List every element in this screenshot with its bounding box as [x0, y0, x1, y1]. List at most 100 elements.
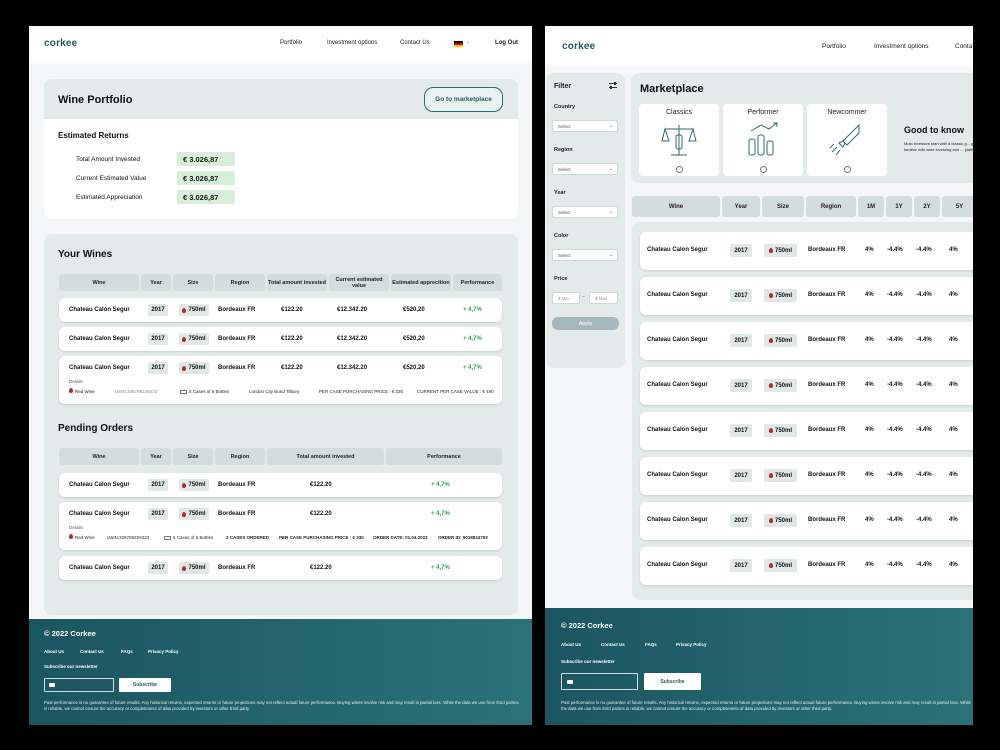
size-chip: 750ml — [764, 514, 797, 527]
wine-name: Chateau Calon Segur — [647, 472, 708, 478]
category-radio[interactable] — [676, 166, 683, 173]
order-row[interactable]: Chateau Calon Segur 2017 750ml Bordeaux … — [59, 473, 502, 497]
market-row[interactable]: Chateau Calon Segur 2017 750ml Bordeaux FR 4… — [640, 367, 973, 405]
category-radio[interactable] — [760, 166, 767, 173]
return-1m: 4% — [865, 382, 874, 388]
rocket-bottle-icon — [829, 123, 860, 156]
storage-location: London City Bond Tilbury — [249, 389, 300, 394]
region: Bordeaux FR — [808, 337, 846, 343]
nav-contact-us[interactable]: Conta — [955, 43, 972, 50]
market-row[interactable]: Chateau Calon Segur 2017 750ml Bordeaux FR 4… — [640, 547, 973, 585]
wine-row[interactable]: Chateau Calon Segur 2017 750ml Bordeaux … — [59, 327, 502, 351]
footer-contact-link[interactable]: Contact Us — [601, 642, 625, 647]
nav-portfolio[interactable]: Portfolio — [280, 40, 302, 46]
col-year: Year — [141, 274, 171, 291]
market-row[interactable]: Chateau Calon Segur 2017 750ml Bordeaux FR 4… — [640, 412, 973, 450]
wine-drop-icon — [768, 248, 773, 253]
col-value: Current estimated value — [329, 274, 389, 291]
category-classics[interactable]: Classics — [639, 104, 719, 176]
col-appreciation: Estimated apprecition — [391, 274, 451, 291]
chevron-down-icon[interactable]: ⌄ — [466, 39, 470, 45]
size-value: 750ml — [188, 336, 206, 342]
chevron-down-icon: ⌄ — [608, 123, 613, 129]
marketplace-screen: corkee Portfolio Investment options Cont… — [545, 26, 973, 725]
market-row[interactable]: Chateau Calon Segur 2017 750ml Bordeaux FR 4… — [640, 277, 973, 315]
footer-contact-link[interactable]: Contact Us — [80, 649, 104, 654]
size-chip: 750ml — [179, 562, 209, 574]
year-chip: 2017 — [730, 334, 752, 347]
footer-about-link[interactable]: About Us — [44, 649, 64, 654]
price-min-input[interactable]: $ Min — [552, 292, 580, 304]
invested: €122.20 — [281, 365, 303, 371]
wine-type-text: Red Wine — [75, 389, 95, 394]
region: Bordeaux FR — [808, 382, 846, 388]
year-select[interactable]: Select ⌄ — [552, 206, 618, 218]
market-row[interactable]: Chateau Calon Segur 2017 750ml Bordeaux FR 4… — [640, 457, 973, 495]
footer-about-link[interactable]: About Us — [561, 642, 581, 647]
invested: €122.20 — [281, 336, 303, 342]
footer-privacy-link[interactable]: Privacy Policy — [148, 649, 179, 654]
market-row[interactable]: Chateau Calon Segur 2017 750ml Bordeaux FR 4… — [640, 502, 973, 540]
region: Bordeaux FR — [218, 482, 256, 488]
return-5y: 4% — [949, 292, 958, 298]
invested: €122.20 — [281, 307, 303, 313]
size-value: 750ml — [774, 337, 792, 344]
return-2y: -4.4% — [916, 562, 932, 568]
subscribe-label: Subscribe our newsletter — [561, 659, 615, 664]
newsletter-email-input[interactable] — [44, 678, 114, 692]
apply-filter-button[interactable]: Apply — [552, 317, 619, 330]
nav-investment-options[interactable]: Investment options — [327, 40, 377, 46]
subscribe-button[interactable]: Subscribe — [119, 678, 171, 692]
market-row[interactable]: Chateau Calon Segur 2017 750ml Bordeaux FR 4… — [640, 322, 973, 360]
newsletter-email-input[interactable] — [561, 673, 638, 690]
category-performer[interactable]: Performer — [723, 104, 803, 176]
invested: €122.20 — [310, 565, 332, 571]
country-select[interactable]: Select ⌄ — [552, 120, 618, 132]
nav-investment-options[interactable]: Investment options — [874, 43, 929, 50]
footer-faqs-link[interactable]: FAQs — [121, 649, 133, 654]
portfolio-screen: corkee Portfolio Investment options Cont… — [29, 26, 532, 725]
cases-ordered: 3 CASES ORDERED — [226, 535, 270, 540]
region: Bordeaux FR — [808, 292, 846, 298]
wine-row-expanded[interactable]: Chateau Calon Segur 2017 750ml Bordeaux … — [59, 356, 502, 404]
footer-privacy-link[interactable]: Privacy Policy — [676, 642, 707, 647]
region-select[interactable]: Select ⌄ — [552, 163, 618, 175]
year-chip: 2017 — [148, 562, 168, 574]
german-flag-icon[interactable] — [454, 41, 463, 47]
col-region: Region — [215, 448, 265, 465]
return-1m: 4% — [865, 337, 874, 343]
order-row-expanded[interactable]: Chateau Calon Segur 2017 750ml Bordeaux … — [59, 502, 502, 550]
size-value: 750ml — [774, 427, 792, 434]
cases: 5 Cases of 6 Bottles — [180, 389, 229, 394]
performance: + 4,7% — [463, 336, 482, 342]
region: Bordeaux FR — [808, 472, 846, 478]
price-max-input[interactable]: $ Max — [589, 292, 618, 304]
nav-portfolio[interactable]: Portfolio — [822, 43, 846, 50]
brand-logo[interactable]: corkee — [562, 41, 595, 52]
wine-type: Red Wine — [69, 534, 95, 540]
category-newcommer[interactable]: Newcommer — [807, 104, 887, 176]
subscribe-button[interactable]: Subscribe — [644, 673, 701, 690]
nav-contact-us[interactable]: Contact Us — [400, 40, 430, 46]
lwin: LWIN:326789226233 — [115, 389, 158, 394]
sliders-icon[interactable] — [609, 82, 617, 89]
color-select[interactable]: Select ⌄ — [552, 249, 618, 261]
category-radio[interactable] — [844, 166, 851, 173]
return-1m: 4% — [865, 427, 874, 433]
size-value: 750ml — [188, 511, 206, 517]
order-row[interactable]: Chateau Calon Segur 2017 750ml Bordeaux … — [59, 556, 502, 580]
current-case-value: CURRENT PER CASE VALUE : € 490 — [417, 389, 494, 394]
order-date: ORDER DATE: 01.04.2022 — [373, 535, 428, 540]
wine-row[interactable]: Chateau Calon Segur 2017 750ml Bordeaux … — [59, 298, 502, 322]
marketplace-table-header: Wine Year Size Region 1M 1Y 2Y 5Y — [632, 196, 973, 217]
brand-logo[interactable]: corkee — [44, 38, 77, 49]
col-year: Year — [722, 196, 760, 217]
wine-drop-icon — [182, 336, 187, 342]
case-price: PER CASE PURCHASING PRICE : € 330 — [279, 535, 364, 540]
go-to-marketplace-button[interactable]: Go to marketplace — [424, 87, 503, 112]
wine-drop-icon — [182, 482, 187, 488]
cases-text: 5 Cases of 6 Bottles — [173, 535, 214, 540]
market-row[interactable]: Chateau Calon Segur 2017 750ml Bordeaux FR 4… — [640, 232, 973, 270]
logout-link[interactable]: Log Out — [495, 40, 518, 46]
footer-faqs-link[interactable]: FAQs — [645, 642, 657, 647]
